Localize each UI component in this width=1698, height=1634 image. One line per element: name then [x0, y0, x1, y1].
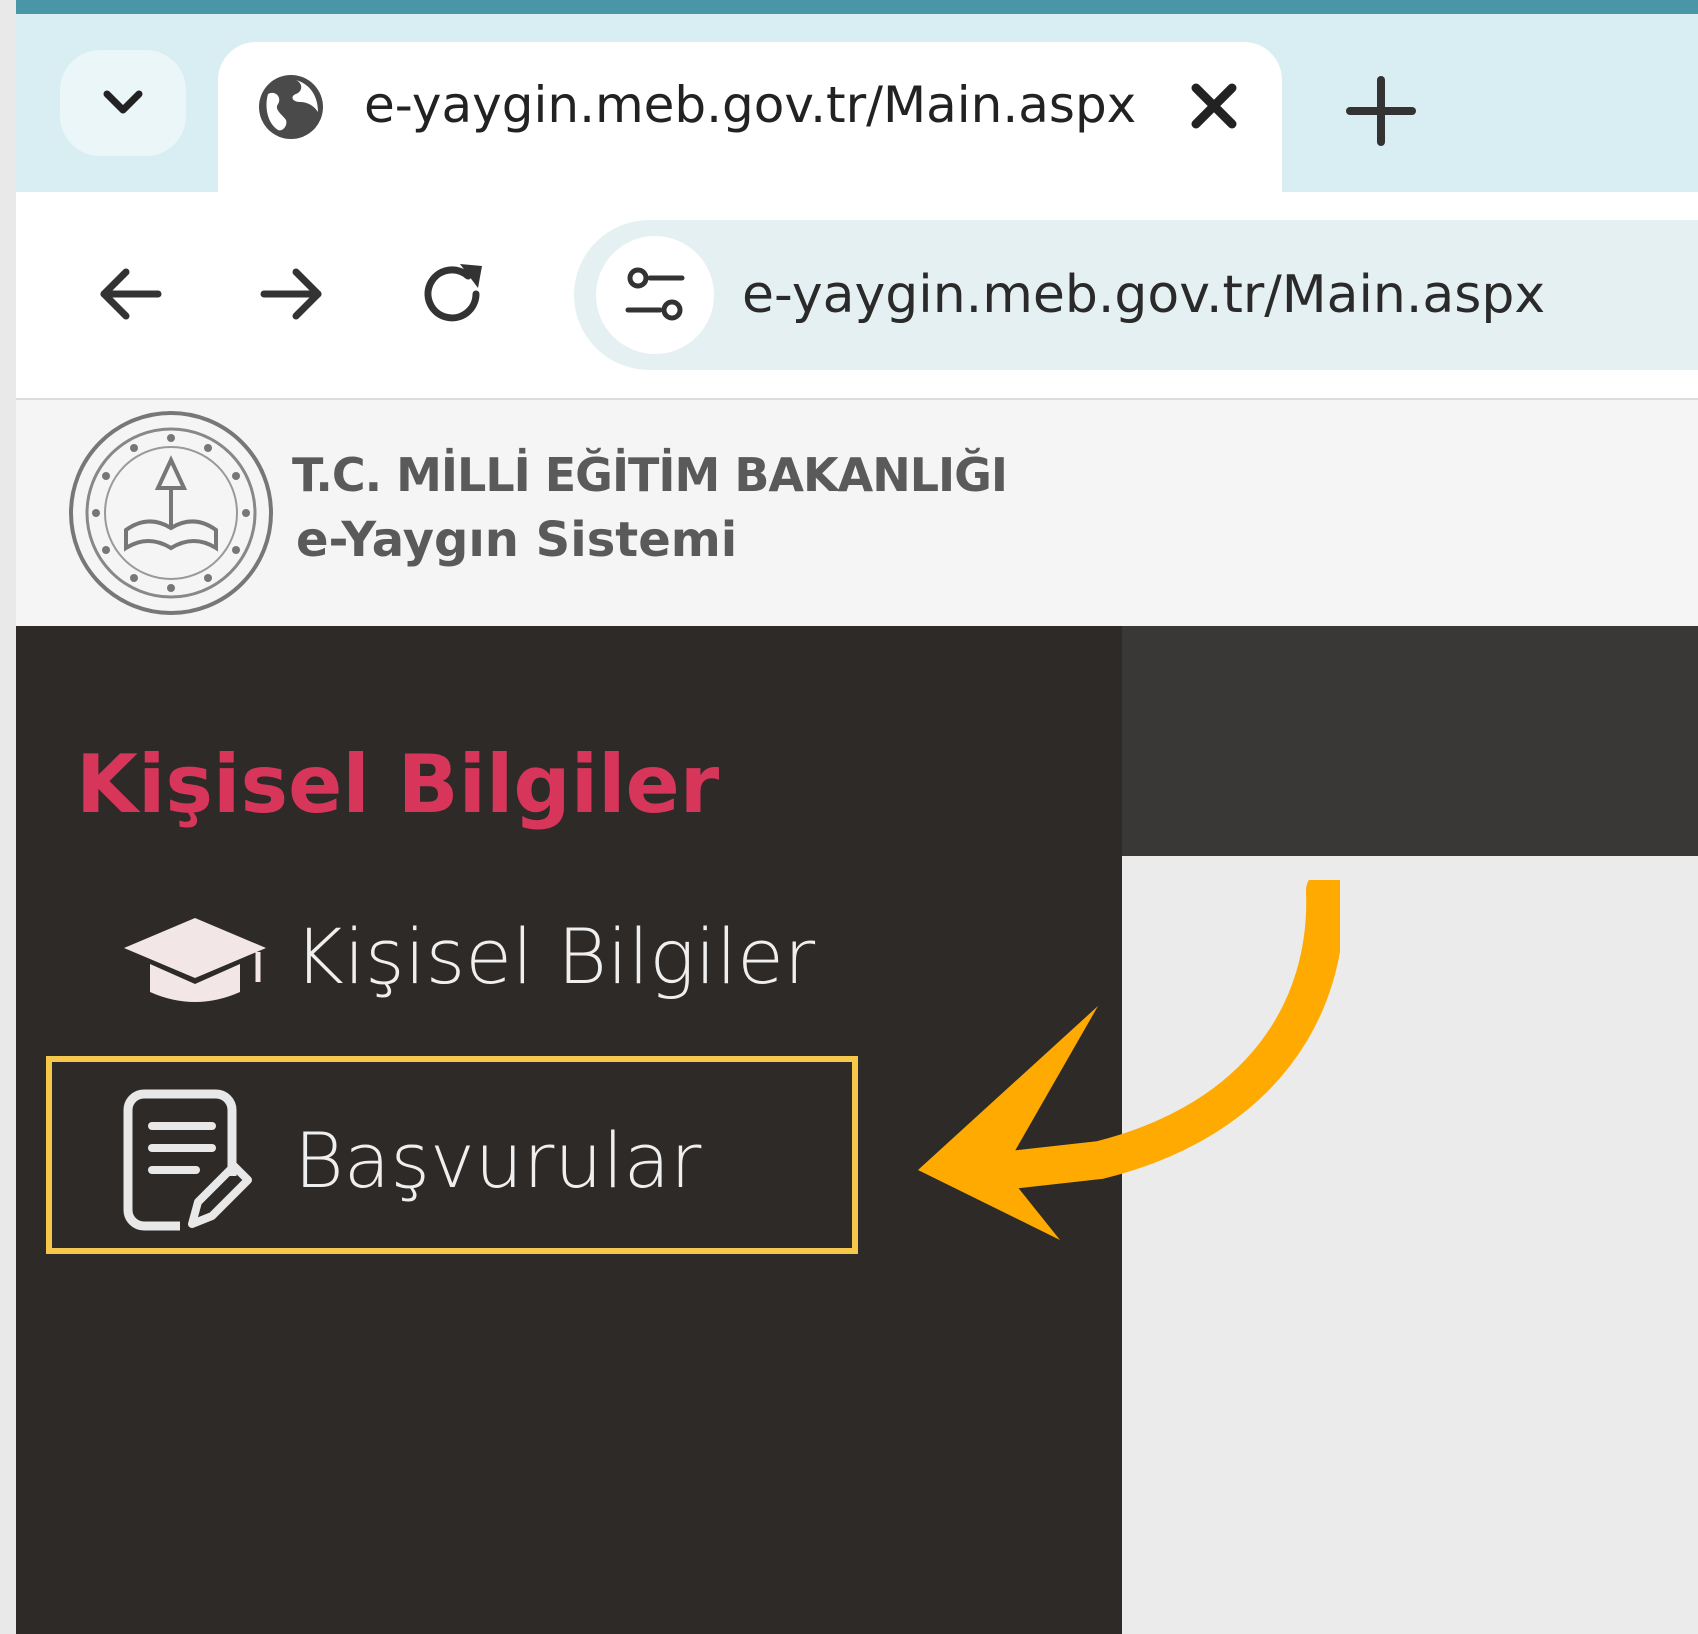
- curved-arrow-annotation: [918, 880, 1340, 1240]
- window-top-accent: [0, 0, 1698, 14]
- system-name: e-Yaygın Sistemi: [296, 512, 738, 568]
- sidebar-item-basvurular[interactable]: Başvurular: [76, 1086, 856, 1236]
- reload-icon[interactable]: [414, 254, 494, 334]
- tune-settings-icon: [625, 267, 685, 321]
- forward-arrow-icon[interactable]: [252, 254, 332, 334]
- organization-name: T.C. MİLLİ EĞİTİM BAKANLIĞI: [292, 448, 1008, 502]
- sidebar-item-label: Kişisel Bilgiler: [294, 912, 816, 1001]
- chevron-down-icon: [103, 90, 143, 114]
- document-edit-icon: [123, 1089, 260, 1236]
- url-text: e-yaygin.meb.gov.tr/Main.aspx: [742, 265, 1546, 325]
- tab-title: e-yaygin.meb.gov.tr/Main.aspx: [364, 76, 1137, 134]
- meb-seal-logo: [69, 411, 273, 615]
- graduation-cap-icon: [124, 918, 266, 1002]
- sidebar-item-label: Başvurular: [294, 1116, 702, 1205]
- new-tab-plus-icon[interactable]: [1344, 74, 1418, 148]
- content-header-bar: [1122, 626, 1698, 856]
- tab-strip: e-yaygin.meb.gov.tr/Main.aspx: [16, 14, 1698, 206]
- globe-icon: [259, 75, 323, 139]
- sidebar-item-kisisel-bilgiler[interactable]: Kişisel Bilgiler: [76, 886, 856, 1026]
- site-header: T.C. MİLLİ EĞİTİM BAKANLIĞI e-Yaygın Sis…: [16, 400, 1698, 626]
- window-left-edge: [0, 0, 16, 1634]
- back-arrow-icon[interactable]: [90, 254, 170, 334]
- close-icon[interactable]: [1186, 78, 1242, 134]
- browser-toolbar: e-yaygin.meb.gov.tr/Main.aspx: [16, 192, 1698, 400]
- active-tab[interactable]: e-yaygin.meb.gov.tr/Main.aspx: [218, 42, 1282, 206]
- address-bar[interactable]: e-yaygin.meb.gov.tr/Main.aspx: [574, 220, 1698, 370]
- sidebar-section-title: Kişisel Bilgiler: [76, 738, 720, 831]
- tab-search-button[interactable]: [60, 50, 186, 156]
- site-info-button[interactable]: [596, 236, 714, 354]
